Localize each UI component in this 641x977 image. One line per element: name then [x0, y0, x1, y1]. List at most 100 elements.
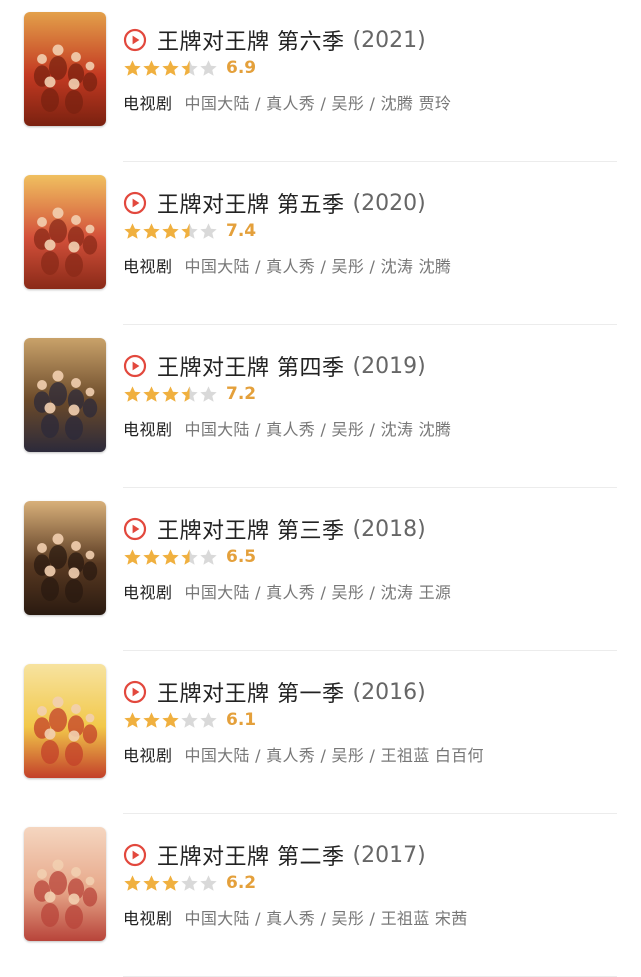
title-row: 王牌对王牌 第一季 (2016)	[123, 676, 426, 708]
type-tag: 电视剧	[123, 420, 173, 439]
play-icon[interactable]	[123, 191, 147, 215]
type-tag: 电视剧	[123, 583, 173, 602]
rating-row: 6.9	[123, 57, 256, 79]
star-icon	[124, 222, 141, 239]
rating-row: 6.2	[123, 872, 256, 894]
rating-row: 7.4	[123, 220, 256, 242]
show-meta: 中国大陆 / 真人秀 / 吴彤 / 沈腾 贾玲	[184, 94, 452, 113]
meta-row: 电视剧 中国大陆 / 真人秀 / 吴彤 / 沈涛 沈腾	[123, 416, 451, 440]
star-rating	[123, 59, 218, 78]
show-title[interactable]: 王牌对王牌 第六季	[157, 24, 345, 56]
show-meta: 中国大陆 / 真人秀 / 吴彤 / 王祖蓝 宋茜	[184, 909, 468, 928]
star-icon	[200, 385, 217, 402]
title-row: 王牌对王牌 第四季 (2019)	[123, 350, 426, 382]
show-list-item[interactable]: 王牌对王牌 第三季 (2018) 6.5 电视剧 中国大陆 / 真人秀 / 吴彤 / 沈…	[0, 501, 641, 651]
show-meta: 中国大陆 / 真人秀 / 吴彤 / 沈涛 沈腾	[184, 257, 452, 276]
show-list-item[interactable]: 王牌对王牌 第四季 (2019) 7.2 电视剧 中国大陆 / 真人秀 / 吴彤 / 沈…	[0, 338, 641, 488]
poster-image[interactable]	[24, 501, 106, 615]
star-icon	[162, 222, 179, 239]
type-tag: 电视剧	[123, 257, 173, 276]
star-icon	[162, 711, 179, 728]
star-icon	[162, 874, 179, 891]
star-icon	[143, 548, 160, 565]
title-row: 王牌对王牌 第三季 (2018)	[123, 513, 426, 545]
rating-score: 6.5	[226, 547, 257, 567]
star-icon	[200, 711, 217, 728]
show-year: (2019)	[352, 353, 426, 379]
star-rating	[123, 222, 218, 241]
play-icon[interactable]	[123, 354, 147, 378]
star-rating	[123, 874, 218, 893]
show-title[interactable]: 王牌对王牌 第五季	[157, 187, 345, 219]
star-icon	[143, 59, 160, 76]
star-icon	[181, 874, 198, 891]
meta-row: 电视剧 中国大陆 / 真人秀 / 吴彤 / 王祖蓝 白百何	[123, 742, 484, 766]
title-row: 王牌对王牌 第二季 (2017)	[123, 839, 426, 871]
show-title[interactable]: 王牌对王牌 第二季	[157, 839, 345, 871]
star-icon	[143, 385, 160, 402]
poster-image[interactable]	[24, 664, 106, 778]
divider	[123, 650, 617, 651]
show-year: (2021)	[352, 27, 426, 53]
star-icon	[124, 874, 141, 891]
show-meta: 中国大陆 / 真人秀 / 吴彤 / 王祖蓝 白百何	[184, 746, 484, 765]
star-icon	[162, 385, 179, 402]
rating-score: 7.4	[226, 221, 257, 241]
divider	[123, 487, 617, 488]
show-title[interactable]: 王牌对王牌 第三季	[157, 513, 345, 545]
type-tag: 电视剧	[123, 746, 173, 765]
star-icon	[181, 548, 198, 565]
type-tag: 电视剧	[123, 94, 173, 113]
star-icon	[143, 874, 160, 891]
title-row: 王牌对王牌 第五季 (2020)	[123, 187, 426, 219]
rating-score: 6.2	[226, 873, 257, 893]
show-list-item[interactable]: 王牌对王牌 第二季 (2017) 6.2 电视剧 中国大陆 / 真人秀 / 吴彤 / 王…	[0, 827, 641, 977]
star-icon	[181, 222, 198, 239]
rating-row: 7.2	[123, 383, 256, 405]
show-title[interactable]: 王牌对王牌 第一季	[157, 676, 345, 708]
star-icon	[162, 548, 179, 565]
show-year: (2016)	[352, 679, 426, 705]
type-tag: 电视剧	[123, 909, 173, 928]
star-icon	[143, 711, 160, 728]
star-icon	[124, 59, 141, 76]
title-row: 王牌对王牌 第六季 (2021)	[123, 24, 426, 56]
divider	[123, 161, 617, 162]
divider	[123, 324, 617, 325]
star-icon	[181, 385, 198, 402]
rating-row: 6.5	[123, 546, 256, 568]
play-icon[interactable]	[123, 843, 147, 867]
meta-row: 电视剧 中国大陆 / 真人秀 / 吴彤 / 王祖蓝 宋茜	[123, 905, 468, 929]
star-icon	[162, 59, 179, 76]
divider	[123, 813, 617, 814]
star-icon	[124, 548, 141, 565]
rating-score: 7.2	[226, 384, 257, 404]
show-list-item[interactable]: 王牌对王牌 第一季 (2016) 6.1 电视剧 中国大陆 / 真人秀 / 吴彤 / 王…	[0, 664, 641, 814]
poster-image[interactable]	[24, 175, 106, 289]
play-icon[interactable]	[123, 680, 147, 704]
meta-row: 电视剧 中国大陆 / 真人秀 / 吴彤 / 沈腾 贾玲	[123, 90, 451, 114]
rating-row: 6.1	[123, 709, 256, 731]
star-icon	[143, 222, 160, 239]
show-list-item[interactable]: 王牌对王牌 第五季 (2020) 7.4 电视剧 中国大陆 / 真人秀 / 吴彤 / 沈…	[0, 175, 641, 325]
rating-score: 6.1	[226, 710, 257, 730]
poster-image[interactable]	[24, 338, 106, 452]
poster-image[interactable]	[24, 12, 106, 126]
show-title[interactable]: 王牌对王牌 第四季	[157, 350, 345, 382]
star-icon	[200, 222, 217, 239]
star-icon	[200, 548, 217, 565]
play-icon[interactable]	[123, 517, 147, 541]
show-year: (2018)	[352, 516, 426, 542]
play-icon[interactable]	[123, 28, 147, 52]
star-rating	[123, 385, 218, 404]
show-meta: 中国大陆 / 真人秀 / 吴彤 / 沈涛 王源	[184, 583, 452, 602]
star-rating	[123, 548, 218, 567]
star-icon	[181, 59, 198, 76]
poster-image[interactable]	[24, 827, 106, 941]
show-list-item[interactable]: 王牌对王牌 第六季 (2021) 6.9 电视剧 中国大陆 / 真人秀 / 吴彤 / 沈…	[0, 12, 641, 162]
star-icon	[124, 711, 141, 728]
star-icon	[124, 385, 141, 402]
meta-row: 电视剧 中国大陆 / 真人秀 / 吴彤 / 沈涛 王源	[123, 579, 451, 603]
show-meta: 中国大陆 / 真人秀 / 吴彤 / 沈涛 沈腾	[184, 420, 452, 439]
star-icon	[181, 711, 198, 728]
